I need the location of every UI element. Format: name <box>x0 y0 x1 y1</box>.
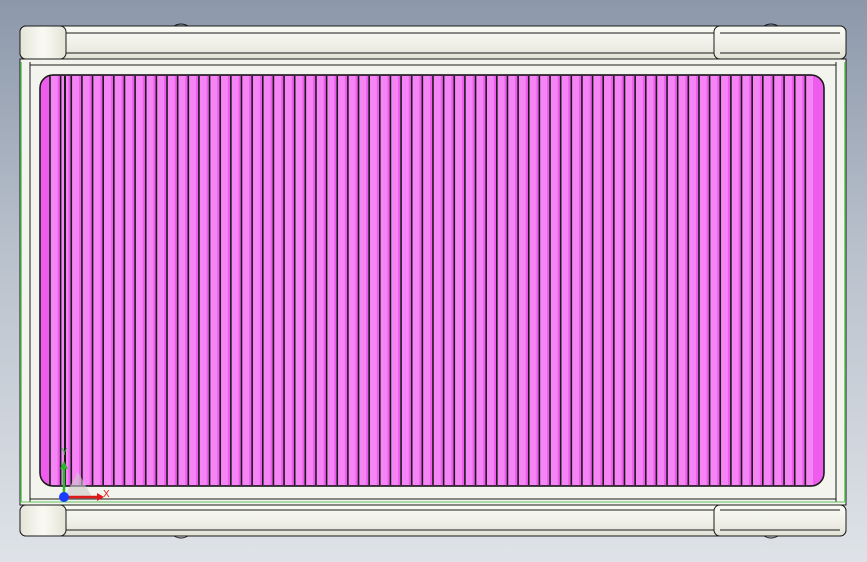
slat <box>167 76 175 485</box>
slat <box>730 76 739 485</box>
slat <box>358 76 367 485</box>
slat <box>518 76 526 485</box>
slat <box>188 76 196 485</box>
slat <box>230 76 239 485</box>
slat <box>337 76 345 485</box>
slat <box>156 76 165 485</box>
y-axis-label: Y <box>61 447 68 458</box>
slat <box>198 76 207 485</box>
slat <box>709 76 718 485</box>
slat <box>220 76 228 485</box>
model-drawing[interactable]: X Y <box>0 0 867 562</box>
slat <box>762 76 771 485</box>
slat <box>81 76 90 485</box>
slat <box>71 76 79 485</box>
slat <box>560 76 569 485</box>
x-axis-label: X <box>103 489 110 500</box>
slat <box>773 76 782 485</box>
slat <box>741 76 750 485</box>
slat <box>592 76 601 485</box>
slat <box>252 76 260 485</box>
slat <box>539 76 548 485</box>
slat <box>422 76 430 485</box>
top-rail-left-cap <box>19 25 67 60</box>
slat <box>347 76 356 485</box>
slat <box>262 76 271 485</box>
slat <box>805 76 813 485</box>
slat <box>752 76 760 485</box>
slat <box>92 76 101 485</box>
slat <box>645 76 654 485</box>
slat <box>294 76 303 485</box>
slat <box>624 76 633 485</box>
slat <box>667 76 675 485</box>
panel-left-strip <box>42 80 50 480</box>
slat <box>581 76 590 485</box>
slat <box>464 76 473 485</box>
slat <box>486 76 494 485</box>
slat <box>454 76 462 485</box>
slat <box>273 76 282 485</box>
slat <box>177 76 186 485</box>
slat <box>550 76 558 485</box>
slat <box>433 76 441 485</box>
slat <box>571 76 579 485</box>
slat-panel[interactable] <box>39 74 825 487</box>
z-axis-dot <box>59 492 69 502</box>
slat <box>124 76 133 485</box>
slat <box>135 76 143 485</box>
slat <box>369 76 377 485</box>
slat <box>411 76 420 485</box>
bottom-rail-left-cap <box>19 504 67 537</box>
slat <box>145 76 154 485</box>
slat <box>103 76 111 485</box>
slat <box>315 76 324 485</box>
slat <box>209 76 218 485</box>
slat <box>305 76 313 485</box>
slat <box>720 76 728 485</box>
slat <box>475 76 484 485</box>
slat <box>528 76 537 485</box>
slat <box>496 76 505 485</box>
cad-viewport[interactable]: X Y <box>0 0 867 562</box>
bottom-rail <box>19 504 847 539</box>
slat <box>794 76 803 485</box>
top-rail <box>19 23 847 60</box>
top-rail-right-cap <box>713 25 847 60</box>
slat <box>390 76 399 485</box>
slat <box>784 76 792 485</box>
slat <box>698 76 707 485</box>
slat <box>603 76 611 485</box>
slat <box>379 76 388 485</box>
slat <box>113 76 122 485</box>
slat <box>241 76 250 485</box>
slat <box>656 76 665 485</box>
slat <box>635 76 643 485</box>
slat <box>507 76 516 485</box>
slat <box>443 76 452 485</box>
slat <box>677 76 686 485</box>
slat <box>50 76 58 485</box>
slat <box>613 76 622 485</box>
slat <box>401 76 409 485</box>
slat <box>688 76 696 485</box>
slat <box>284 76 292 485</box>
slat <box>326 76 335 485</box>
